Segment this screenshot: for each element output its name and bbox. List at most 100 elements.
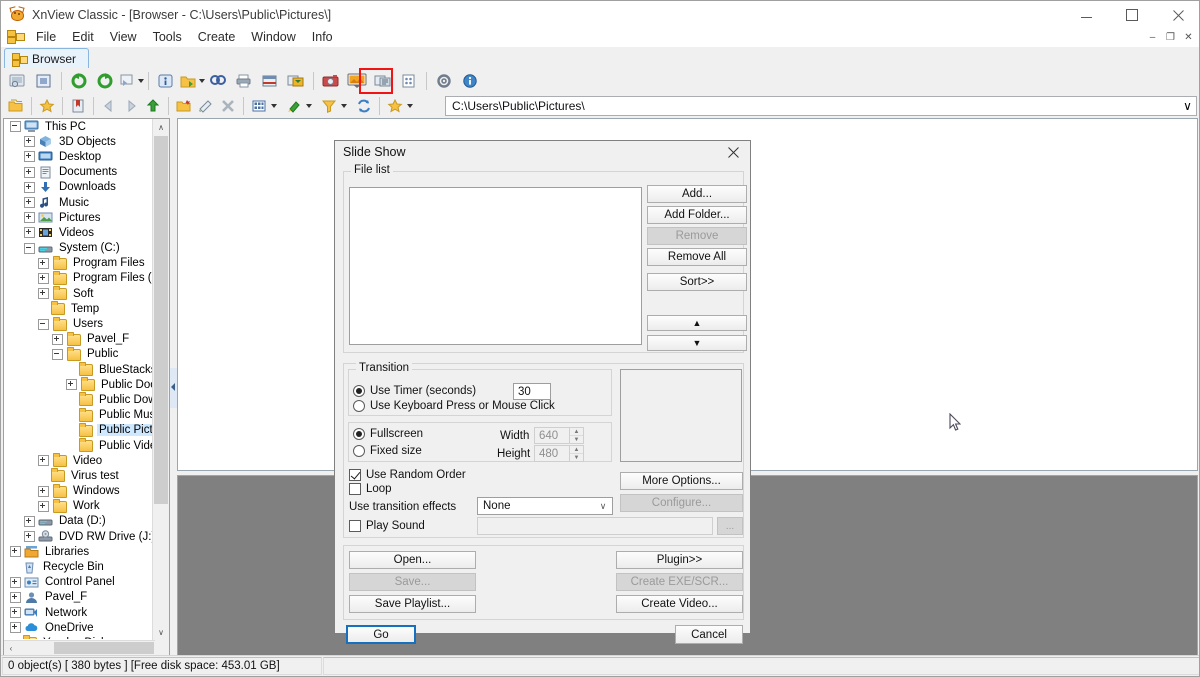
maximize-button[interactable] (1109, 1, 1155, 29)
expand-plus-icon[interactable] (24, 227, 35, 239)
scroll-track[interactable] (153, 136, 169, 638)
color-filter-icon[interactable] (283, 96, 305, 116)
tree-item[interactable]: BlueStacks (4, 362, 154, 377)
expand-plus-icon[interactable] (24, 197, 35, 209)
width-stepper-down[interactable]: ▼ (570, 436, 583, 443)
strip-icon[interactable] (396, 69, 422, 93)
chevron-down-icon[interactable] (271, 104, 277, 108)
expand-plus-icon[interactable] (38, 500, 49, 512)
menu-item-window[interactable]: Window (243, 28, 303, 46)
expand-plus-icon[interactable] (10, 591, 21, 603)
tree-item[interactable]: Public Doc (4, 377, 154, 392)
tree-item[interactable]: Windows (4, 483, 154, 499)
expand-plus-icon[interactable] (10, 607, 21, 619)
mdi-close-button[interactable]: ✕ (1180, 29, 1197, 45)
sound-browse-button[interactable]: ... (717, 517, 743, 535)
random-order-checkbox[interactable]: Use Random Order (349, 469, 466, 481)
bookmark-icon[interactable] (67, 96, 89, 116)
expand-plus-icon[interactable] (38, 455, 49, 467)
height-stepper-down[interactable]: ▼ (570, 454, 583, 461)
transition-effects-select[interactable]: None ∨ (477, 497, 613, 515)
new-folder-icon[interactable] (173, 96, 195, 116)
vertical-splitter[interactable] (170, 118, 177, 656)
web-page-icon[interactable] (370, 69, 396, 93)
tree-item[interactable]: Virus test (4, 468, 154, 483)
expand-plus-icon[interactable] (24, 166, 35, 178)
sound-path-input[interactable] (477, 517, 713, 535)
expand-plus-icon[interactable] (52, 333, 63, 345)
mdi-minimize-button[interactable]: – (1144, 29, 1161, 45)
collapse-minus-icon[interactable] (52, 348, 63, 360)
open-button[interactable]: Open... (349, 551, 476, 569)
tree-item[interactable]: Public Vide (4, 438, 154, 453)
scroll-thumb[interactable] (154, 136, 168, 504)
timer-seconds-input[interactable]: 30 (513, 383, 551, 400)
remove-all-button[interactable]: Remove All (647, 248, 747, 266)
hscroll-thumb[interactable] (54, 642, 154, 654)
menu-item-edit[interactable]: Edit (64, 28, 102, 46)
height-stepper[interactable]: ▲ ▼ (570, 445, 584, 462)
tree-item[interactable]: Recycle Bin (4, 559, 154, 574)
splitter-collapse-icon[interactable] (171, 383, 175, 391)
print-icon[interactable] (231, 69, 257, 93)
favorites-star-icon[interactable] (36, 96, 58, 116)
batch-convert-icon[interactable] (179, 69, 205, 93)
save-playlist-button[interactable]: Save Playlist... (349, 595, 476, 613)
convert-icon[interactable] (118, 69, 144, 93)
chevron-down-icon[interactable] (341, 104, 347, 108)
tree-item[interactable]: Pavel_F (4, 331, 154, 347)
expand-plus-icon[interactable] (38, 288, 49, 300)
mdi-restore-button[interactable]: ❐ (1162, 29, 1179, 45)
plugin-button[interactable]: Plugin>> (616, 551, 743, 569)
menu-item-tools[interactable]: Tools (145, 28, 190, 46)
tree-item[interactable]: System (C:) (4, 241, 154, 256)
fullscreen-radio[interactable]: Fullscreen (353, 428, 423, 440)
settings-gear-icon[interactable] (431, 69, 457, 93)
tree-item[interactable]: Public Pict (4, 422, 154, 438)
more-options-button[interactable]: More Options... (620, 472, 743, 490)
tree-item[interactable]: Desktop (4, 149, 154, 164)
expand-plus-icon[interactable] (24, 212, 35, 224)
menu-item-create[interactable]: Create (190, 28, 244, 46)
tree-item[interactable]: Video (4, 453, 154, 468)
expand-plus-icon[interactable] (38, 257, 49, 269)
use-timer-radio[interactable]: Use Timer (seconds) (353, 385, 476, 397)
cancel-button[interactable]: Cancel (675, 625, 743, 644)
menu-item-file[interactable]: File (28, 28, 64, 46)
forward-arrow-icon[interactable] (120, 96, 142, 116)
move-down-button[interactable]: ▼ (647, 335, 747, 351)
favorites-add-icon[interactable] (384, 96, 406, 116)
folder-tree[interactable]: This PC 3D Objects Desktop Documents Downloa… (4, 119, 154, 639)
scroll-up-button[interactable]: ∧ (153, 119, 169, 136)
tab-browser[interactable]: Browser (4, 48, 90, 69)
width-stepper-up[interactable]: ▲ (570, 428, 583, 436)
refresh-icon[interactable] (353, 96, 375, 116)
create-video-button[interactable]: Create Video... (616, 595, 743, 613)
close-button[interactable] (1155, 1, 1199, 29)
fit-window-icon[interactable] (31, 69, 57, 93)
expand-plus-icon[interactable] (66, 379, 77, 391)
menu-item-view[interactable]: View (102, 28, 145, 46)
delete-icon[interactable] (217, 96, 239, 116)
chevron-down-icon[interactable] (198, 79, 205, 83)
tree-item[interactable]: Music (4, 195, 154, 210)
chevron-down-icon[interactable]: ∨ (594, 501, 612, 512)
scroll-left-button[interactable]: ‹ (4, 642, 18, 655)
save-button[interactable]: Save... (349, 573, 476, 591)
tree-item[interactable]: Program Files (4, 255, 154, 271)
up-folder-icon[interactable] (142, 96, 164, 116)
go-button[interactable]: Go (346, 625, 416, 644)
folder-view-icon[interactable] (5, 96, 27, 116)
expand-plus-icon[interactable] (24, 515, 35, 527)
tree-item[interactable]: Soft (4, 286, 154, 301)
scroll-down-button[interactable]: ∨ (153, 624, 169, 641)
rotate-right-icon[interactable] (92, 69, 118, 93)
tree-item[interactable]: Users (4, 316, 154, 331)
address-input[interactable]: C:\Users\Public\Pictures\ (446, 99, 1179, 113)
expand-plus-icon[interactable] (24, 151, 35, 163)
tree-item[interactable]: Pavel_F (4, 590, 154, 605)
play-sound-checkbox[interactable]: Play Sound (349, 520, 425, 532)
tree-item[interactable]: Public Dow (4, 392, 154, 407)
height-stepper-up[interactable]: ▲ (570, 446, 583, 454)
expand-plus-icon[interactable] (24, 136, 35, 148)
